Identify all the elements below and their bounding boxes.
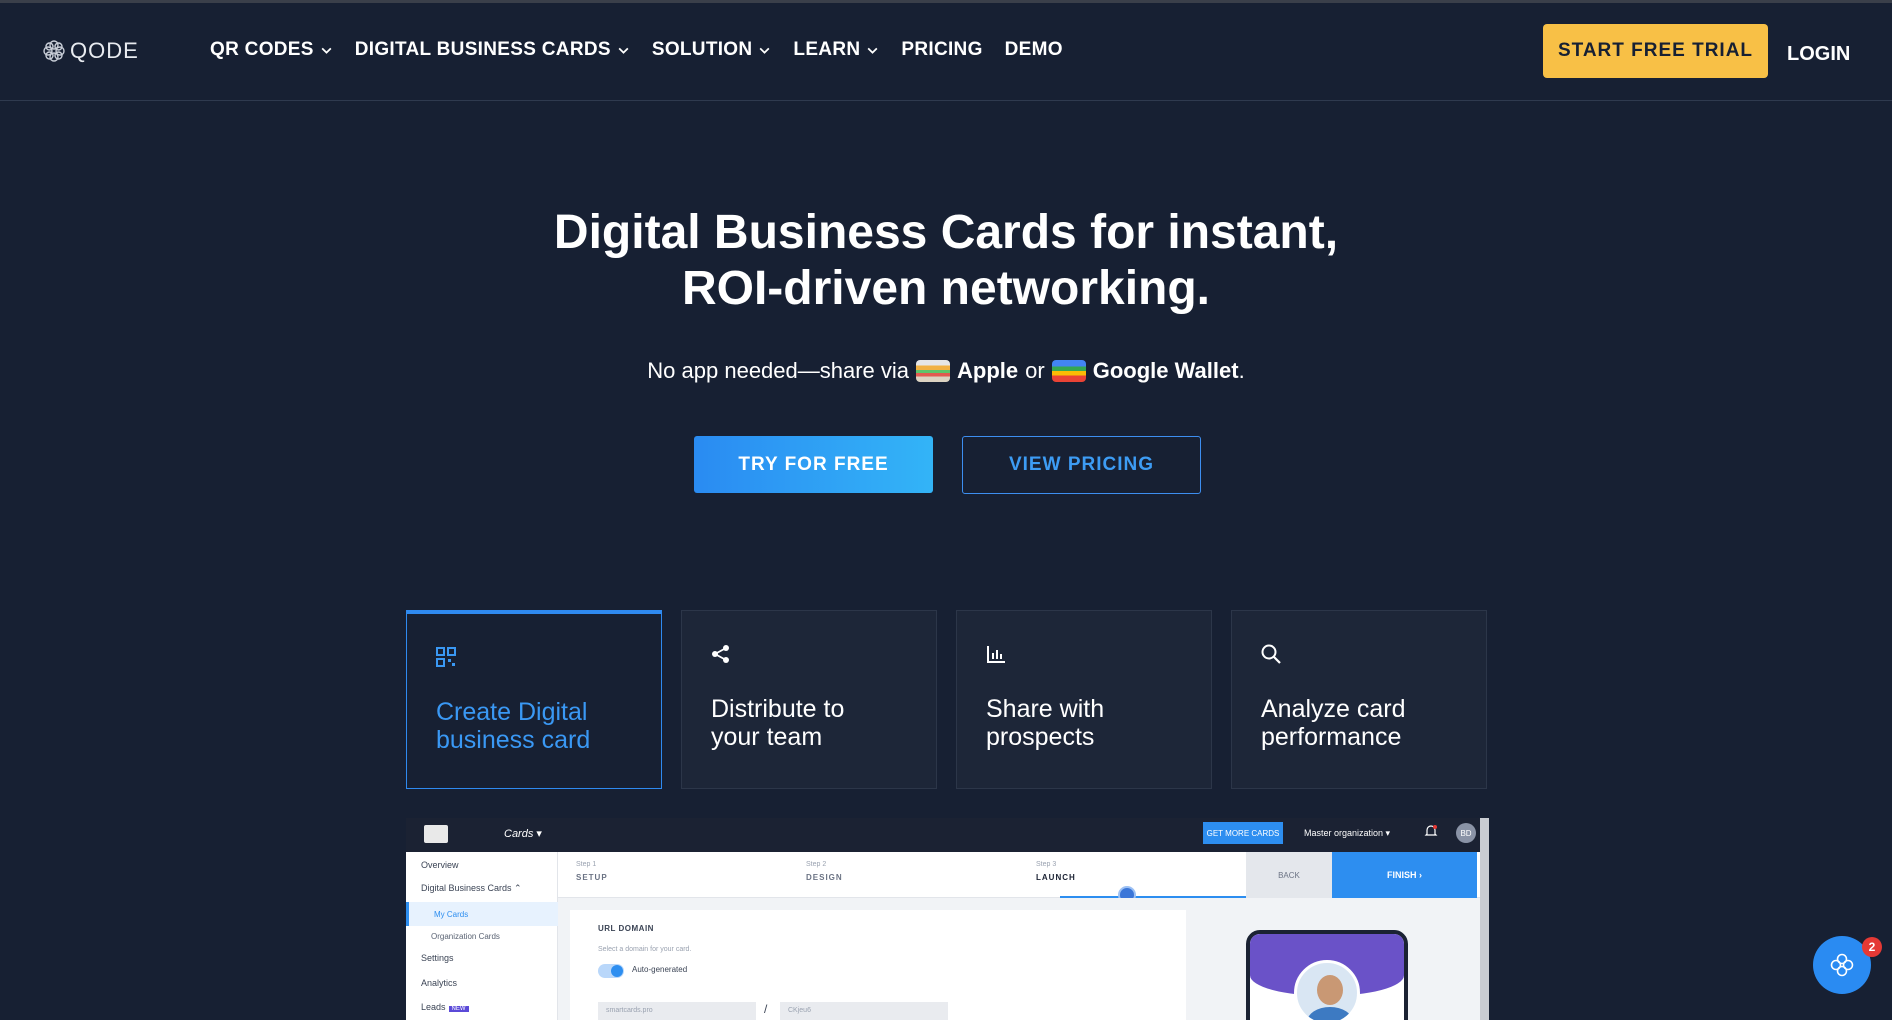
feature-card-share[interactable]: Share with prospects — [956, 610, 1212, 789]
preview-topbar: Cards ▾ GET MORE CARDS Master organizati… — [406, 818, 1489, 852]
preview-side-analytics: Analytics — [421, 978, 458, 988]
feature-label-line1: Create Digital — [436, 698, 588, 726]
preview-back-button: BACK — [1246, 852, 1332, 898]
preview-slash: / — [764, 1002, 768, 1016]
preview-domain-select: smartcards.pro — [598, 1002, 756, 1020]
feature-label: Create Digital business card — [436, 698, 590, 754]
feature-label-line1: Distribute to — [711, 695, 845, 723]
hero-title-line2: ROI-driven networking. — [681, 262, 1211, 315]
feature-label-line2: business card — [436, 726, 591, 754]
bell-icon — [1424, 825, 1438, 836]
preview-step-3: Step 3 LAUNCH — [1036, 861, 1076, 882]
apple-label: Apple — [957, 358, 1019, 383]
preview-side-my-cards: My Cards — [406, 902, 558, 926]
or-label: or — [1025, 358, 1045, 383]
preview-company-logo — [424, 825, 448, 843]
nav-demo[interactable]: DEMO — [1005, 39, 1063, 61]
nav-learn[interactable]: LEARN — [793, 39, 879, 61]
feature-card-distribute[interactable]: Distribute to your team — [681, 610, 937, 789]
nav-label: LEARN — [793, 39, 861, 60]
preview-toggle — [598, 964, 624, 978]
preview-url-domain-label: URL DOMAIN — [598, 924, 654, 933]
chevron-down-icon — [618, 47, 629, 54]
preview-cards-menu: Cards ▾ — [504, 828, 542, 840]
nav-solution[interactable]: SOLUTION — [652, 39, 772, 61]
preview-side-leads: Leads NEW — [421, 1002, 469, 1012]
preview-profile-photo — [1294, 960, 1360, 1020]
preview-stepper: Step 1 SETUP Step 2 DESIGN Step 3 LAUNCH BA… — [558, 852, 1489, 904]
feature-label-line2: your team — [711, 723, 823, 751]
nav-label: SOLUTION — [651, 39, 753, 60]
nav-pricing[interactable]: PRICING — [901, 39, 982, 61]
hero-title: Digital Business Cards for instant, ROI-… — [0, 205, 1892, 317]
chat-logo-icon — [1830, 953, 1854, 977]
preview-url-panel: URL DOMAIN Select a domain for your card… — [570, 910, 1186, 1020]
nav-label: DIGITAL BUSINESS CARDS — [354, 39, 611, 60]
hero-subtitle: No app needed—share via Apple or Google … — [0, 358, 1892, 384]
logo-text: QODE — [70, 38, 139, 63]
preview-scrollbar — [1480, 818, 1489, 1020]
app-preview: Cards ▾ GET MORE CARDS Master organizati… — [406, 818, 1489, 1020]
preview-step-2: Step 2 DESIGN — [806, 861, 843, 882]
google-wallet-icon — [1051, 360, 1086, 382]
feature-label-line2: prospects — [986, 723, 1095, 751]
login-link[interactable]: LOGIN — [1787, 43, 1850, 66]
period: . — [1238, 358, 1245, 383]
nav-qr-codes[interactable]: QR CODES — [210, 39, 333, 61]
preview-auto-label: Auto-generated — [632, 965, 688, 974]
main-nav: QR CODES DIGITAL BUSINESS CARDS SOLUTION… — [210, 39, 1063, 61]
search-icon — [1261, 644, 1281, 664]
preview-side-settings: Settings — [421, 953, 454, 963]
chart-icon — [987, 646, 1005, 663]
feature-card-analyze[interactable]: Analyze card performance — [1231, 610, 1487, 789]
preview-slug-input: CKjeu6 — [780, 1002, 948, 1020]
google-wallet-label: Google Wallet — [1092, 358, 1239, 383]
apple-wallet-icon — [916, 360, 951, 382]
preview-get-more-cards-button: GET MORE CARDS — [1203, 822, 1283, 844]
preview-finish-button: FINISH › — [1332, 852, 1477, 898]
feature-label-line2: performance — [1261, 723, 1402, 751]
nav-label: PRICING — [901, 39, 983, 60]
share-icon — [712, 645, 729, 663]
feature-card-create[interactable]: Create Digital business card — [406, 610, 662, 789]
preview-side-overview: Overview — [421, 860, 459, 870]
nav-label: QR CODES — [210, 39, 314, 60]
feature-label-line1: Share with — [986, 695, 1105, 723]
qode-logo-icon — [43, 40, 65, 62]
start-free-trial-button[interactable]: START FREE TRIAL — [1543, 24, 1768, 78]
feature-label-line1: Analyze card — [1261, 695, 1406, 723]
chevron-down-icon — [867, 47, 878, 54]
feature-label: Analyze card performance — [1261, 695, 1406, 751]
preview-org-selector: Master organization ▾ — [1304, 828, 1391, 838]
feature-label: Distribute to your team — [711, 695, 844, 751]
try-for-free-button[interactable]: TRY FOR FREE — [694, 436, 933, 493]
site-header: QODE QR CODES DIGITAL BUSINESS CARDS SOL… — [0, 3, 1892, 101]
nav-label: DEMO — [1004, 39, 1063, 60]
preview-sidebar: Overview Digital Business Cards ⌃ My Car… — [406, 852, 558, 1020]
nav-digital-business-cards[interactable]: DIGITAL BUSINESS CARDS — [355, 39, 630, 61]
feature-label: Share with prospects — [986, 695, 1104, 751]
chevron-down-icon — [759, 47, 770, 54]
chat-notification-badge: 2 — [1862, 937, 1882, 957]
hero-title-line1: Digital Business Cards for instant, — [553, 206, 1339, 259]
qr-icon — [436, 647, 456, 667]
preview-side-org-cards: Organization Cards — [431, 932, 500, 941]
logo[interactable]: QODE — [40, 37, 139, 65]
preview-side-dbc: Digital Business Cards ⌃ — [421, 883, 522, 893]
preview-help-text: Select a domain for your card. — [598, 946, 692, 953]
preview-step-1: Step 1 SETUP — [576, 861, 608, 882]
preview-phone-mockup — [1246, 930, 1408, 1020]
view-pricing-button[interactable]: VIEW PRICING — [962, 436, 1201, 494]
chevron-down-icon — [321, 47, 332, 54]
hero-sub-prefix: No app needed—share via — [647, 358, 910, 383]
preview-avatar: BD — [1456, 823, 1476, 843]
